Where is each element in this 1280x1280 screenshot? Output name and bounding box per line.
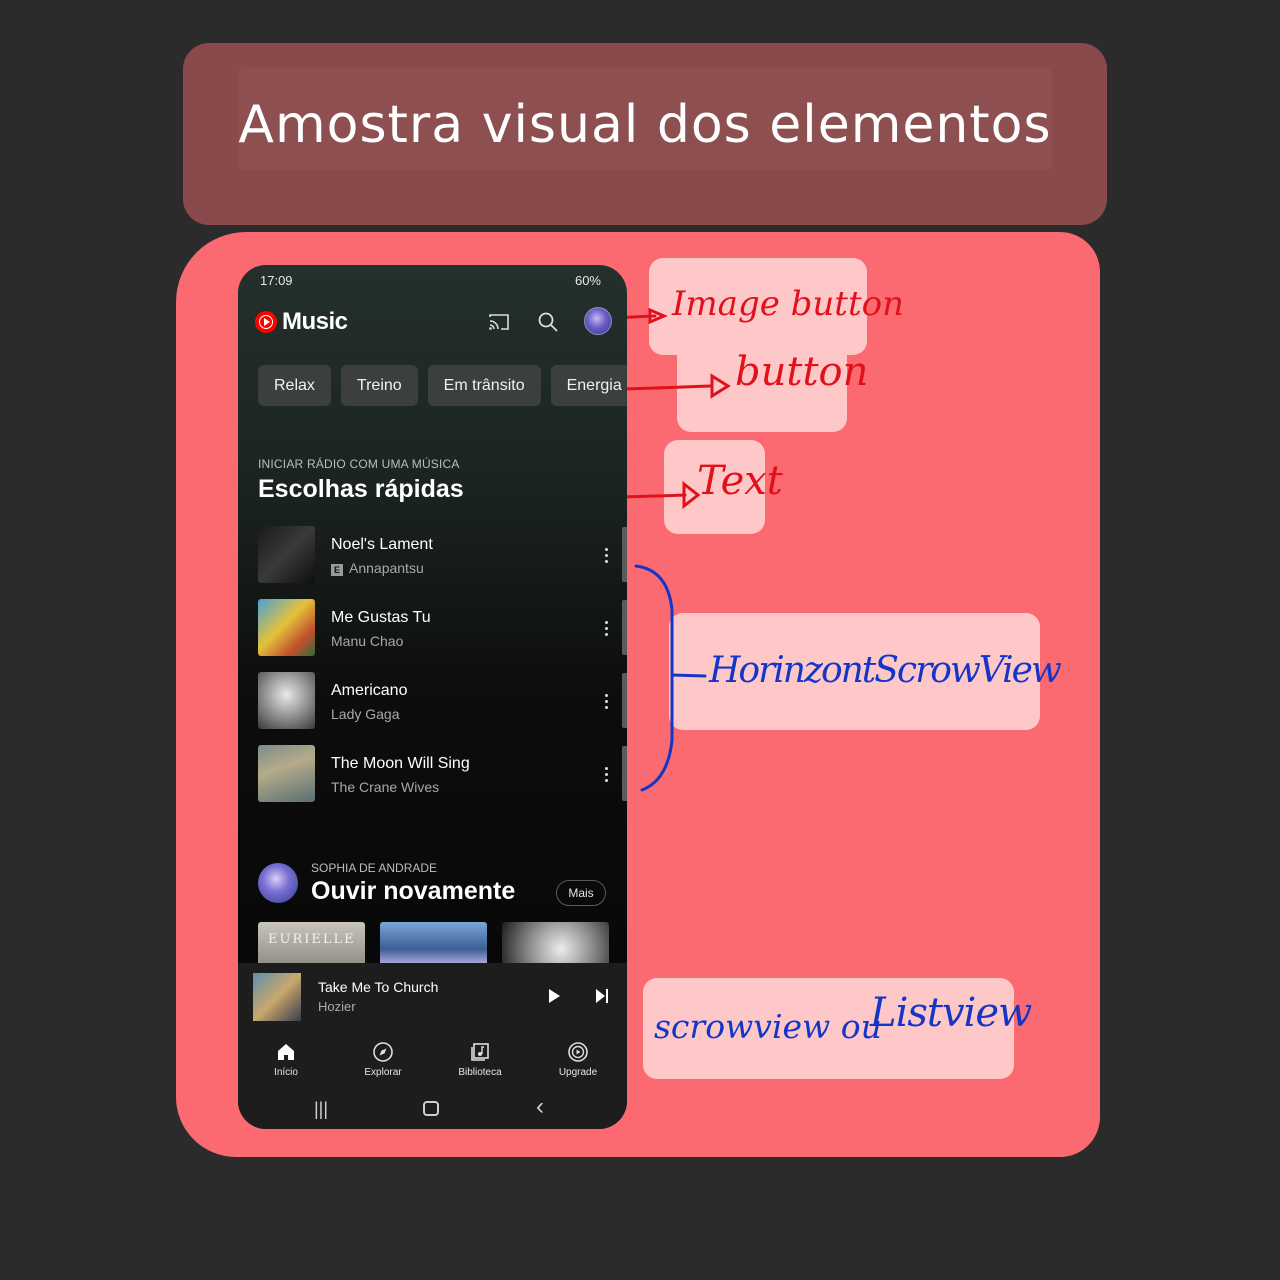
nav-explorar[interactable]: Explorar <box>343 1041 423 1078</box>
song-thumbnail <box>258 745 315 802</box>
song-row[interactable]: Noel's Lament E Annapantsu <box>258 526 608 584</box>
youtube-music-logo[interactable]: Music <box>255 308 348 336</box>
song-title: Noel's Lament <box>331 536 433 553</box>
chip-energia[interactable]: Energia <box>550 365 627 406</box>
mini-player-artist: Hozier <box>318 999 356 1014</box>
song-artist: Lady Gaga <box>331 706 400 722</box>
nav-label: Upgrade <box>558 1067 598 1078</box>
back-button[interactable]: ‹ <box>536 1093 544 1121</box>
profile-avatar-button[interactable] <box>584 307 612 335</box>
song-row[interactable]: Me Gustas Tu Manu Chao <box>258 599 608 657</box>
chip-em-transito[interactable]: Em trânsito <box>427 365 541 406</box>
play-icon[interactable] <box>549 989 560 1003</box>
library-icon <box>469 1041 491 1063</box>
album-card[interactable] <box>380 922 487 967</box>
album-card[interactable]: EURIELLE <box>258 922 365 967</box>
mini-player-thumbnail <box>253 973 301 1021</box>
brace-horizontal-scrollview <box>634 564 674 792</box>
song-thumbnail <box>258 672 315 729</box>
mini-player-title: Take Me To Church <box>318 979 439 995</box>
music-logo-icon <box>255 311 277 333</box>
phone-screen: 17:09 60% Music Relax Treino Em trânsito… <box>238 265 627 1129</box>
song-title: Americano <box>331 682 408 699</box>
album-card-text: EURIELLE <box>268 932 356 947</box>
more-options-icon[interactable] <box>598 619 614 639</box>
cast-icon[interactable] <box>486 309 512 335</box>
listen-again-eyebrow: SOPHIA DE ANDRADE <box>311 861 438 875</box>
song-title: The Moon Will Sing <box>331 755 470 772</box>
song-artist: Annapantsu <box>349 560 424 576</box>
song-row[interactable]: Americano Lady Gaga <box>258 672 608 730</box>
user-avatar <box>258 863 298 903</box>
more-options-icon[interactable] <box>598 692 614 712</box>
song-title: Me Gustas Tu <box>331 609 431 626</box>
explicit-badge: E <box>331 564 343 576</box>
quick-picks-eyebrow: INICIAR RÁDIO COM UMA MÚSICA <box>258 457 460 471</box>
nav-label: Início <box>274 1067 298 1078</box>
more-options-icon[interactable] <box>598 546 614 566</box>
home-icon <box>275 1041 297 1063</box>
song-artist: The Crane Wives <box>331 779 440 795</box>
chip-relax[interactable]: Relax <box>258 365 331 406</box>
arrowhead-button <box>710 373 731 399</box>
recents-button[interactable]: ||| <box>314 1099 328 1120</box>
next-column-peek[interactable] <box>622 746 627 801</box>
nav-upgrade[interactable]: Upgrade <box>538 1041 618 1078</box>
home-system-button[interactable] <box>423 1101 439 1116</box>
nav-label: Explorar <box>364 1067 402 1078</box>
song-row[interactable]: The Moon Will Sing The Crane Wives <box>258 745 608 803</box>
quick-picks-title: Escolhas rápidas <box>258 475 464 503</box>
compass-icon <box>372 1041 394 1063</box>
song-artist-line: E Annapantsu <box>331 560 424 576</box>
next-column-peek[interactable] <box>622 527 627 582</box>
chip-treino[interactable]: Treino <box>340 365 418 406</box>
song-thumbnail <box>258 599 315 656</box>
search-icon[interactable] <box>535 309 561 335</box>
upgrade-icon <box>567 1041 589 1063</box>
annotation-arrows <box>478 307 731 792</box>
mood-chips-row: Relax Treino Em trânsito Energia <box>258 365 627 406</box>
more-options-icon[interactable] <box>598 765 614 785</box>
app-name: Music <box>282 308 348 335</box>
status-time: 17:09 <box>260 273 293 288</box>
album-card[interactable] <box>502 922 609 967</box>
nav-inicio[interactable]: Início <box>246 1041 326 1078</box>
status-battery: 60% <box>574 273 601 288</box>
song-thumbnail <box>258 526 315 583</box>
song-artist: Manu Chao <box>331 633 404 649</box>
mini-player[interactable]: Take Me To Church Hozier <box>238 963 627 1029</box>
listen-again-title: Ouvir novamente <box>311 877 516 905</box>
brace-tick <box>670 673 707 678</box>
more-button[interactable]: Mais <box>556 880 606 906</box>
nav-biblioteca[interactable]: Biblioteca <box>440 1041 520 1078</box>
next-column-peek[interactable] <box>622 673 627 728</box>
next-column-peek[interactable] <box>622 600 627 655</box>
nav-label: Biblioteca <box>458 1067 502 1078</box>
bottom-navigation: Início Explorar Biblioteca Upgrade ||| ‹ <box>238 1029 627 1129</box>
arrow-button <box>620 384 712 391</box>
